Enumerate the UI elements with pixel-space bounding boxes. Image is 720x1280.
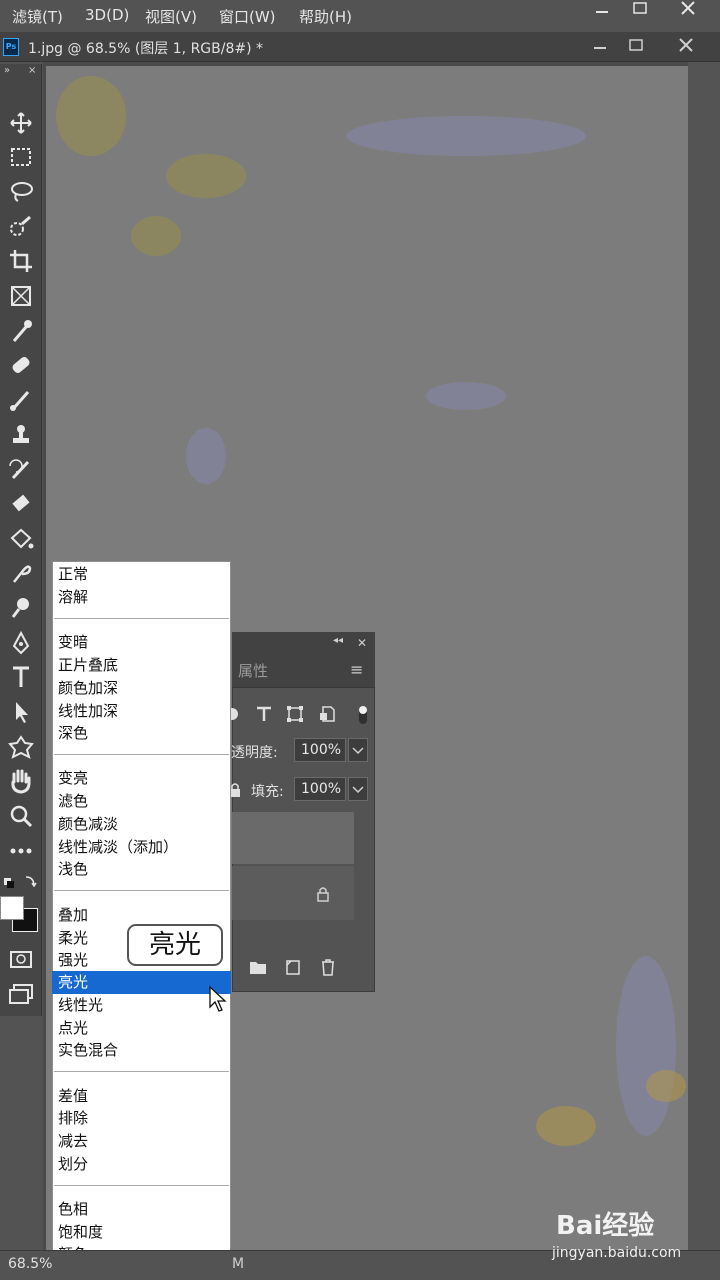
highlight-callout: 亮光: [127, 924, 223, 966]
zoom-level[interactable]: 68.5%: [8, 1256, 52, 1272]
brush-tool-icon[interactable]: [4, 385, 38, 415]
delete-layer-icon[interactable]: [318, 958, 338, 976]
blend-mode-option[interactable]: 正片叠底: [52, 654, 231, 677]
blend-mode-option[interactable]: 深色: [52, 722, 231, 745]
blend-mode-option[interactable]: 色相: [52, 1198, 231, 1221]
blend-mode-option[interactable]: 线性减淡（添加）: [52, 836, 231, 859]
type-tool-icon[interactable]: [4, 662, 38, 692]
new-group-icon[interactable]: [248, 958, 268, 976]
blend-mode-option[interactable]: 线性加深: [52, 700, 231, 723]
collapse-icon[interactable]: »: [4, 65, 10, 76]
close-icon[interactable]: [666, 0, 710, 20]
panel-close-icon[interactable]: ✕: [357, 636, 367, 650]
lasso-tool-icon[interactable]: [4, 177, 38, 207]
blend-mode-option[interactable]: 差值: [52, 1085, 231, 1108]
opacity-dropdown-icon[interactable]: [348, 738, 368, 762]
foreground-background-swatch[interactable]: [0, 896, 42, 936]
blend-mode-option[interactable]: 变亮: [52, 767, 231, 790]
menu-3d[interactable]: 3D(D): [85, 6, 129, 24]
shape-tool-icon[interactable]: [4, 732, 38, 762]
smudge-tool-icon[interactable]: [4, 558, 38, 588]
blend-mode-option[interactable]: 线性光: [52, 994, 231, 1017]
paint-bucket-tool-icon[interactable]: [4, 524, 38, 554]
blend-mode-option[interactable]: 变暗: [52, 631, 231, 654]
filter-smart-object-icon[interactable]: [317, 704, 339, 724]
quick-select-tool-icon[interactable]: [4, 212, 38, 242]
blend-mode-option[interactable]: 实色混合: [52, 1039, 231, 1062]
fill-label: 填充:: [251, 784, 284, 800]
menu-window[interactable]: 窗口(W): [219, 6, 276, 27]
blend-mode-option[interactable]: 浅色: [52, 858, 231, 881]
baidu-jingyan-watermark-logo: Bai经验: [556, 1211, 655, 1241]
hand-tool-icon[interactable]: [4, 766, 38, 796]
watermark-url: jingyan.baidu.com: [552, 1245, 682, 1261]
divider: [54, 754, 229, 755]
eraser-tool-icon[interactable]: [4, 489, 38, 519]
layer-lock-icon: [316, 886, 330, 902]
document-info[interactable]: M: [232, 1256, 244, 1272]
blend-mode-option[interactable]: 减去: [52, 1130, 231, 1153]
crop-tool-icon[interactable]: [4, 246, 38, 276]
healing-brush-tool-icon[interactable]: [4, 350, 38, 380]
divider: [54, 1071, 229, 1072]
blend-mode-option[interactable]: 正常: [52, 563, 231, 586]
canvas-pasteboard: [688, 62, 720, 1250]
blend-mode-option[interactable]: 溶解: [52, 586, 231, 609]
blend-mode-option[interactable]: 颜色加深: [52, 677, 231, 700]
filter-shape-icon[interactable]: [284, 704, 306, 724]
tools-panel-header: » ×: [0, 64, 42, 82]
layers-panel-header: [232, 632, 375, 652]
path-select-tool-icon[interactable]: [4, 697, 38, 727]
menu-filter[interactable]: 滤镜(T): [12, 6, 63, 27]
tab-properties[interactable]: 属性: [238, 660, 268, 681]
document-tab-title[interactable]: 1.jpg @ 68.5% (图层 1, RGB/8#) *: [28, 38, 263, 58]
doc-restore-icon[interactable]: [616, 34, 656, 56]
blend-mode-option-selected[interactable]: 亮光: [52, 971, 231, 994]
frame-tool-icon[interactable]: [4, 281, 38, 311]
photoshop-logo-icon: Ps: [3, 38, 19, 56]
blend-mode-option[interactable]: 颜色减淡: [52, 813, 231, 836]
clone-stamp-tool-icon[interactable]: [4, 420, 38, 450]
quick-mask-mode-icon[interactable]: [4, 944, 38, 974]
opacity-input[interactable]: 100%: [294, 738, 346, 762]
move-tool-icon[interactable]: [4, 108, 38, 138]
layer-row-background[interactable]: [232, 866, 354, 920]
blend-mode-option[interactable]: 划分: [52, 1153, 231, 1176]
filter-type-icon[interactable]: [253, 704, 275, 724]
fill-input[interactable]: 100%: [294, 777, 346, 801]
opacity-label: 透明度:: [231, 745, 278, 761]
doc-minimize-icon[interactable]: [580, 34, 620, 56]
divider: [54, 890, 229, 891]
blend-mode-option[interactable]: 饱和度: [52, 1221, 231, 1244]
panel-menu-icon[interactable]: ≡: [350, 660, 363, 679]
swap-colors-icon[interactable]: [4, 868, 38, 890]
blend-mode-option[interactable]: 滤色: [52, 790, 231, 813]
history-brush-tool-icon[interactable]: [4, 454, 38, 484]
eyedropper-tool-icon[interactable]: [4, 316, 38, 346]
blend-mode-option[interactable]: 排除: [52, 1107, 231, 1130]
doc-close-icon[interactable]: [666, 34, 706, 56]
divider: [54, 618, 229, 619]
restore-icon[interactable]: [618, 0, 662, 20]
new-layer-icon[interactable]: [283, 958, 303, 976]
screen-mode-icon[interactable]: [4, 978, 38, 1008]
layer-row-top[interactable]: [232, 812, 354, 864]
more-tools-icon[interactable]: [4, 836, 38, 866]
mouse-pointer-icon: [207, 985, 229, 1013]
menu-view[interactable]: 视图(V): [145, 6, 197, 27]
panel-collapse-icon[interactable]: ◂◂: [333, 635, 343, 646]
close-icon[interactable]: ×: [28, 65, 36, 76]
marquee-tool-icon[interactable]: [4, 142, 38, 172]
fill-dropdown-icon[interactable]: [348, 777, 368, 801]
blend-mode-option[interactable]: 点光: [52, 1017, 231, 1040]
menu-help[interactable]: 帮助(H): [299, 6, 352, 27]
pen-tool-icon[interactable]: [4, 628, 38, 658]
dodge-tool-icon[interactable]: [4, 593, 38, 623]
filter-toggle-icon[interactable]: [352, 704, 374, 724]
divider: [54, 1185, 229, 1186]
zoom-tool-icon[interactable]: [4, 801, 38, 831]
